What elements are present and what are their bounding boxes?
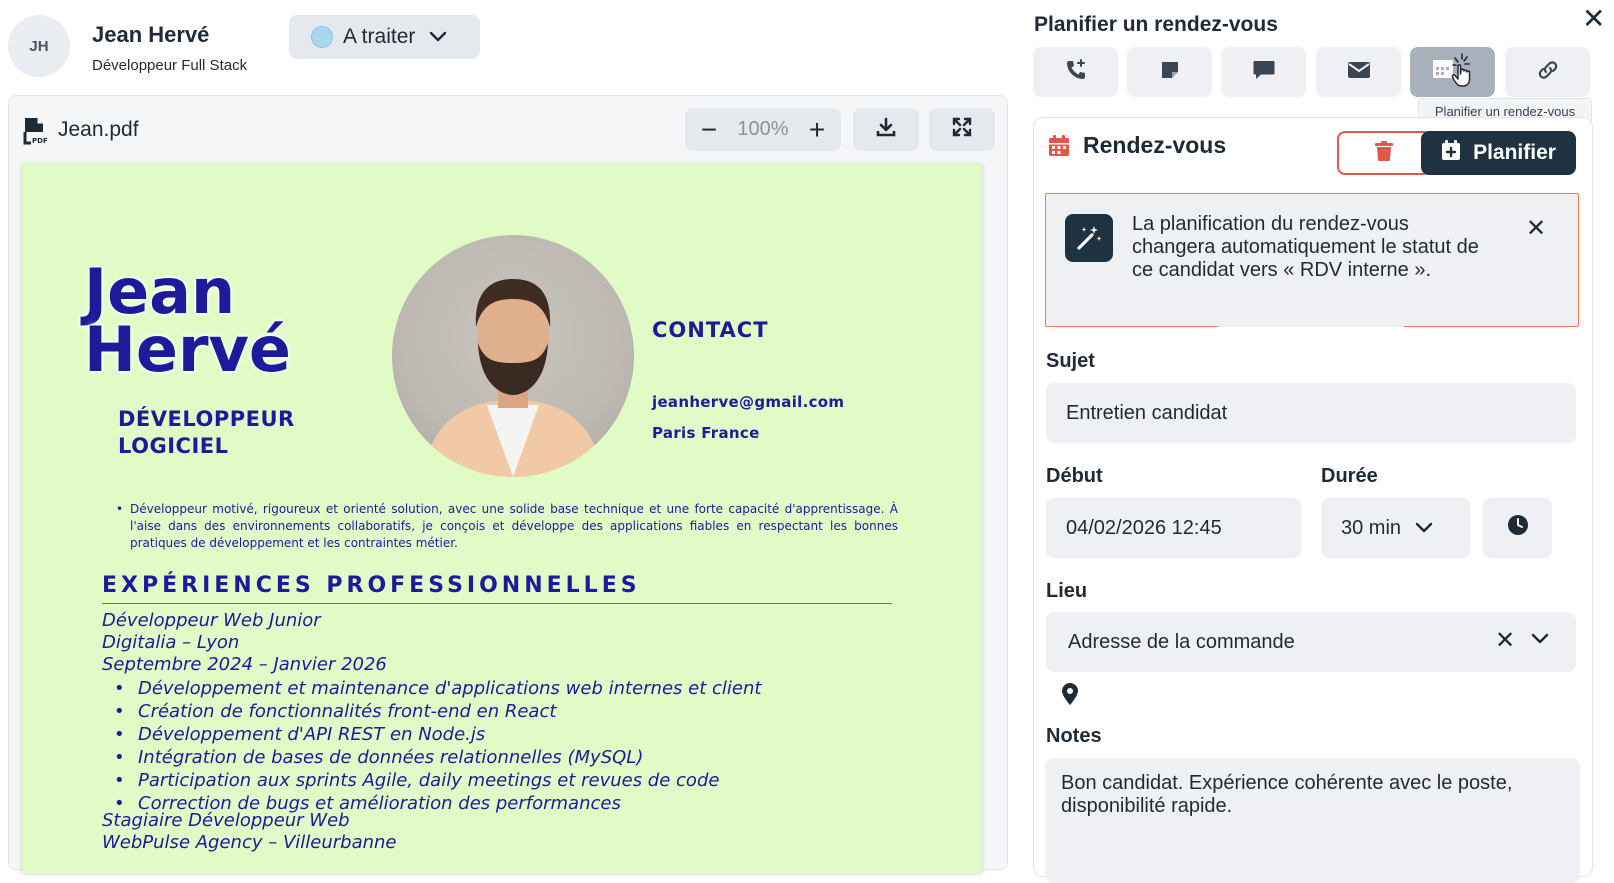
cv-city: Paris France	[652, 424, 760, 442]
cv-job1-title: Développeur Web Junior	[102, 610, 321, 631]
start-datetime-input[interactable]: 04/02/2026 12:45	[1046, 498, 1301, 558]
zoom-in-button[interactable]: +	[805, 115, 829, 143]
fullscreen-button[interactable]	[929, 108, 995, 151]
cv-job-title-line1: DÉVELOPPEUR	[118, 407, 295, 431]
duration-label: Durée	[1321, 465, 1378, 487]
cv-job-title-line2: LOGICIEL	[118, 434, 229, 458]
status-label: A traiter	[343, 25, 416, 48]
download-button[interactable]	[853, 108, 919, 151]
cv-job1-company: Digitalia – Lyon	[102, 632, 240, 653]
cv-experience-heading: EXPÉRIENCES PROFESSIONNELLES	[102, 573, 641, 598]
alert-message: La planification du rendez-vous changera…	[1132, 213, 1479, 281]
cv-job2-company: WebPulse Agency – Villeurbanne	[102, 832, 397, 853]
schedule-button[interactable]	[1410, 47, 1495, 97]
cv-summary: Développeur motivé, rigoureux et orienté…	[116, 501, 898, 552]
list-item: Participation aux sprints Agile, daily m…	[110, 769, 761, 792]
file-name: Jean.pdf	[58, 118, 139, 141]
svg-text:PDF: PDF	[32, 137, 48, 145]
divider	[1218, 324, 1404, 327]
zoom-control: − 100% +	[685, 108, 841, 151]
notes-value: Bon candidat. Expérience cohérente avec …	[1061, 772, 1513, 817]
start-value: 04/02/2026 12:45	[1066, 516, 1222, 539]
time-picker-button[interactable]	[1483, 498, 1552, 558]
notes-label: Notes	[1046, 725, 1102, 747]
email-button[interactable]	[1316, 47, 1401, 97]
mail-icon	[1347, 61, 1371, 84]
magic-wand-icon	[1065, 214, 1113, 262]
list-item: Création de fonctionnalités front-end en…	[110, 700, 761, 723]
fullscreen-icon	[952, 117, 972, 142]
chevron-down-icon	[1415, 517, 1433, 540]
call-button[interactable]	[1033, 47, 1118, 97]
duration-value: 30 min	[1341, 516, 1402, 539]
pdf-file-icon: PDF	[22, 117, 48, 150]
phone-add-icon	[1064, 58, 1088, 87]
chevron-down-icon	[429, 25, 447, 49]
link-icon	[1536, 58, 1560, 87]
note-button[interactable]	[1127, 47, 1212, 97]
location-pin-icon	[1062, 683, 1078, 710]
zoom-out-button[interactable]: −	[697, 115, 721, 143]
cv-email: jeanherve@gmail.com	[652, 393, 845, 411]
schedule-submit-label: Planifier	[1473, 141, 1556, 164]
status-dropdown[interactable]: A traiter	[289, 15, 480, 59]
cv-name: Jean Hervé	[84, 261, 291, 386]
status-dot	[311, 26, 333, 48]
subject-value: Entretien candidat	[1066, 401, 1228, 424]
close-icon[interactable]: ✕	[1526, 214, 1546, 243]
calendar-plus-icon	[1441, 140, 1461, 166]
clock-icon	[1507, 514, 1529, 542]
duration-select[interactable]: 30 min	[1321, 498, 1470, 558]
cv-job-title: DÉVELOPPEUR LOGICIEL	[118, 406, 295, 460]
list-item: Développement d'API REST en Node.js	[110, 723, 761, 746]
place-value: Adresse de la commande	[1068, 630, 1295, 653]
list-item: Intégration de bases de données relation…	[110, 746, 761, 769]
calendar-icon	[1048, 135, 1070, 162]
note-icon	[1159, 59, 1181, 86]
list-item: Développement et maintenance d'applicati…	[110, 677, 761, 700]
schedule-submit-button[interactable]: Planifier	[1421, 131, 1576, 175]
panel-title: Planifier un rendez-vous	[1034, 13, 1278, 36]
notes-textarea[interactable]: Bon candidat. Expérience cohérente avec …	[1045, 758, 1580, 883]
zoom-level: 100%	[737, 118, 789, 140]
delete-button[interactable]	[1337, 131, 1431, 175]
subject-label: Sujet	[1046, 350, 1095, 372]
chevron-down-icon[interactable]	[1531, 632, 1549, 650]
subject-input[interactable]: Entretien candidat	[1046, 383, 1576, 443]
candidate-role: Développeur Full Stack	[92, 57, 248, 74]
trash-icon	[1375, 140, 1393, 166]
cv-name-last: Hervé	[84, 313, 291, 386]
pdf-page: Jean Hervé DÉVELOPPEUR LOGICIEL CONTACT …	[22, 163, 982, 873]
cv-job1-bullets: Développement et maintenance d'applicati…	[110, 677, 761, 815]
start-label: Début	[1046, 465, 1103, 487]
close-icon[interactable]: ✕	[1582, 2, 1605, 35]
clear-icon[interactable]: ✕	[1495, 626, 1515, 655]
cv-contact-heading: CONTACT	[652, 318, 769, 342]
candidate-name: Jean Hervé	[92, 22, 210, 47]
cv-photo	[392, 235, 634, 477]
chat-icon	[1252, 59, 1276, 86]
calendar-icon	[1431, 52, 1475, 93]
cv-job2-title: Stagiaire Développeur Web	[102, 810, 350, 831]
avatar: JH	[8, 15, 70, 77]
card-title: Rendez-vous	[1083, 132, 1227, 158]
download-icon	[876, 117, 896, 142]
cv-job1-dates: Septembre 2024 – Janvier 2026	[102, 654, 387, 675]
link-button[interactable]	[1505, 47, 1590, 97]
place-label: Lieu	[1046, 580, 1088, 602]
divider	[102, 603, 892, 604]
message-button[interactable]	[1221, 47, 1306, 97]
